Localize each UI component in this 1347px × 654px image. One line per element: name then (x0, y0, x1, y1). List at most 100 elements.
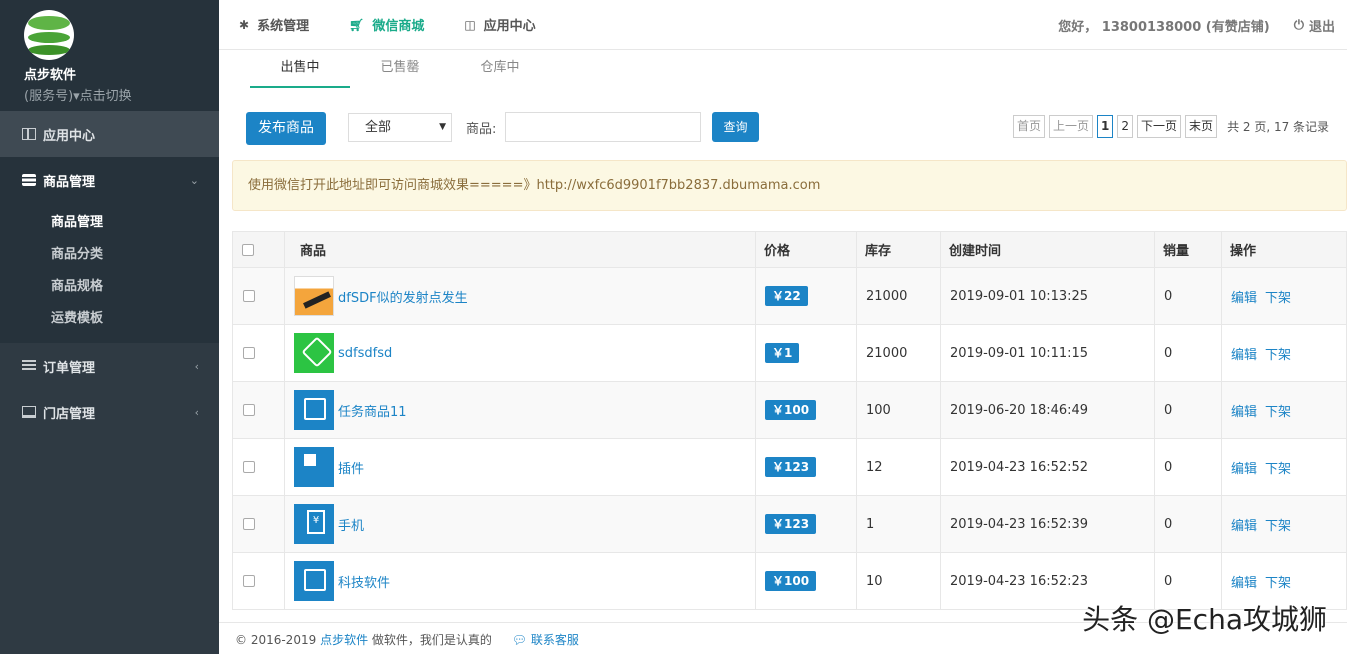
goods-thumbnail[interactable] (294, 447, 334, 487)
row-select-cell (232, 267, 285, 325)
unlist-link[interactable]: 下架 (1265, 462, 1291, 477)
next-page-button[interactable]: 下一页 (1137, 115, 1182, 138)
power-icon: ⏻ (1293, 17, 1304, 33)
sidebar-item-orders[interactable]: 订单管理 ‹ (0, 343, 219, 389)
table-row: 插件 ￥123 12 2019-04-23 16:52:52 0 编辑 下架 (232, 438, 1347, 496)
prev-page-button[interactable]: 上一页 (1049, 115, 1094, 138)
sidebar-item-goods[interactable]: 商品管理 ⌄ (0, 157, 219, 203)
row-checkbox[interactable] (243, 461, 255, 473)
table-row: dfSDF似的发射点发生 ￥22 21000 2019-09-01 10:13:25 0… (232, 267, 1347, 325)
goods-cell: dfSDF似的发射点发生 (284, 267, 756, 325)
watermark: 头条 @Echa攻城狮 (1082, 603, 1327, 636)
row-select-cell (232, 495, 285, 553)
logout-button[interactable]: ⏻ 退出 (1294, 16, 1335, 35)
sidebar-item-stores[interactable]: 门店管理 ‹ (0, 389, 219, 435)
sidebar-item-label: 门店管理 (43, 406, 96, 422)
unlist-link[interactable]: 下架 (1265, 348, 1291, 363)
price-cell: ￥100 (755, 552, 857, 610)
goods-name-link[interactable]: 插件 (338, 458, 364, 477)
top-menu-system[interactable]: ✱ 系统管理 (239, 15, 309, 35)
stock-cell: 10 (856, 552, 941, 610)
mall-url-notice: 使用微信打开此地址即可访问商城效果=====》http://wxfc6d9901… (232, 160, 1347, 211)
col-created: 创建时间 (940, 231, 1155, 268)
goods-search-input[interactable] (505, 112, 701, 142)
goods-name-link[interactable]: dfSDF似的发射点发生 (338, 287, 468, 306)
price-cell: ￥22 (755, 267, 857, 325)
goods-cell: 科技软件 (284, 552, 756, 610)
goods-thumbnail[interactable] (294, 561, 334, 601)
last-page-button[interactable]: 末页 (1185, 115, 1218, 138)
unlist-link[interactable]: 下架 (1265, 291, 1291, 306)
row-checkbox[interactable] (243, 404, 255, 416)
goods-cell: 手机 (284, 495, 756, 553)
goods-cell: 任务商品11 (284, 381, 756, 439)
company-link[interactable]: 点步软件 (320, 633, 368, 647)
goods-name-link[interactable]: sdfsdfsd (338, 346, 392, 361)
logo-icon (24, 10, 74, 60)
database-icon (22, 174, 36, 186)
page-2-button[interactable]: 2 (1117, 115, 1134, 138)
tab-on-sale[interactable]: 出售中 (250, 52, 350, 88)
created-cell: 2019-04-23 16:52:52 (940, 438, 1155, 496)
ops-cell: 编辑 下架 (1221, 267, 1347, 325)
row-checkbox[interactable] (243, 347, 255, 359)
edit-link[interactable]: 编辑 (1231, 576, 1257, 591)
stock-cell: 1 (856, 495, 941, 553)
tab-sold-out[interactable]: 已售罄 (350, 52, 450, 88)
top-menu-label: 微信商城 (372, 19, 425, 34)
account-switch[interactable]: (服务号)▾点击切换 (24, 85, 195, 104)
edit-link[interactable]: 编辑 (1231, 462, 1257, 477)
edit-link[interactable]: 编辑 (1231, 348, 1257, 363)
pagination-total: 共 2 页, 17 条记录 (1227, 120, 1330, 134)
unlist-link[interactable]: 下架 (1265, 519, 1291, 534)
first-page-button[interactable]: 首页 (1013, 115, 1046, 138)
submenu-item-shipping[interactable]: 运费模板 (0, 303, 219, 335)
submenu-item-goods[interactable]: 商品管理 (0, 207, 219, 239)
goods-name-link[interactable]: 科技软件 (338, 572, 390, 591)
price-cell: ￥123 (755, 438, 857, 496)
row-select-cell (232, 552, 285, 610)
query-button[interactable]: 查询 (712, 112, 759, 142)
created-cell: 2019-09-01 10:13:25 (940, 267, 1155, 325)
row-checkbox[interactable] (243, 518, 255, 530)
tab-in-warehouse[interactable]: 仓库中 (450, 52, 550, 88)
app-icon: ◫ (464, 17, 476, 32)
sidebar: 点步软件 (服务号)▾点击切换 应用中心 商品管理 ⌄ 商品管理 商品分类 商品… (0, 0, 219, 654)
sales-cell: 0 (1154, 267, 1222, 325)
top-menu-app-center[interactable]: ◫ 应用中心 (464, 15, 535, 35)
col-ops: 操作 (1221, 231, 1347, 268)
price-badge: ￥22 (765, 286, 808, 306)
sidebar-item-app-center[interactable]: 应用中心 (0, 111, 219, 157)
goods-thumbnail[interactable] (294, 504, 334, 544)
ops-cell: 编辑 下架 (1221, 438, 1347, 496)
select-all-checkbox[interactable] (242, 243, 254, 256)
contact-service-link[interactable]: 💬︎ 联系客服 (512, 633, 579, 647)
price-badge: ￥123 (765, 457, 817, 477)
goods-thumbnail[interactable] (294, 390, 334, 430)
unlist-link[interactable]: 下架 (1265, 576, 1291, 591)
select-all-cell (232, 231, 285, 268)
top-menu-wechat-mall[interactable]: 🛒︎ 微信商城 (349, 15, 425, 35)
goods-name-link[interactable]: 任务商品11 (338, 401, 407, 420)
publish-goods-button[interactable]: 发布商品 (246, 112, 326, 145)
row-checkbox[interactable] (243, 290, 255, 302)
edit-link[interactable]: 编辑 (1231, 405, 1257, 420)
category-select[interactable]: 全部 (348, 113, 452, 142)
brand-name: 点步软件 (24, 68, 77, 83)
edit-link[interactable]: 编辑 (1231, 519, 1257, 534)
page-1-button[interactable]: 1 (1097, 115, 1114, 138)
row-checkbox[interactable] (243, 575, 255, 587)
submenu-item-category[interactable]: 商品分类 (0, 239, 219, 271)
edit-link[interactable]: 编辑 (1231, 291, 1257, 306)
ops-cell: 编辑 下架 (1221, 495, 1347, 553)
created-cell: 2019-09-01 10:11:15 (940, 324, 1155, 382)
goods-name-link[interactable]: 手机 (338, 515, 364, 534)
submenu-item-spec[interactable]: 商品规格 (0, 271, 219, 303)
col-price: 价格 (755, 231, 857, 268)
app-icon (22, 128, 36, 140)
ops-cell: 编辑 下架 (1221, 324, 1347, 382)
goods-thumbnail[interactable] (294, 333, 334, 373)
goods-thumbnail[interactable] (294, 276, 334, 316)
unlist-link[interactable]: 下架 (1265, 405, 1291, 420)
gear-icon: ✱ (239, 17, 250, 32)
